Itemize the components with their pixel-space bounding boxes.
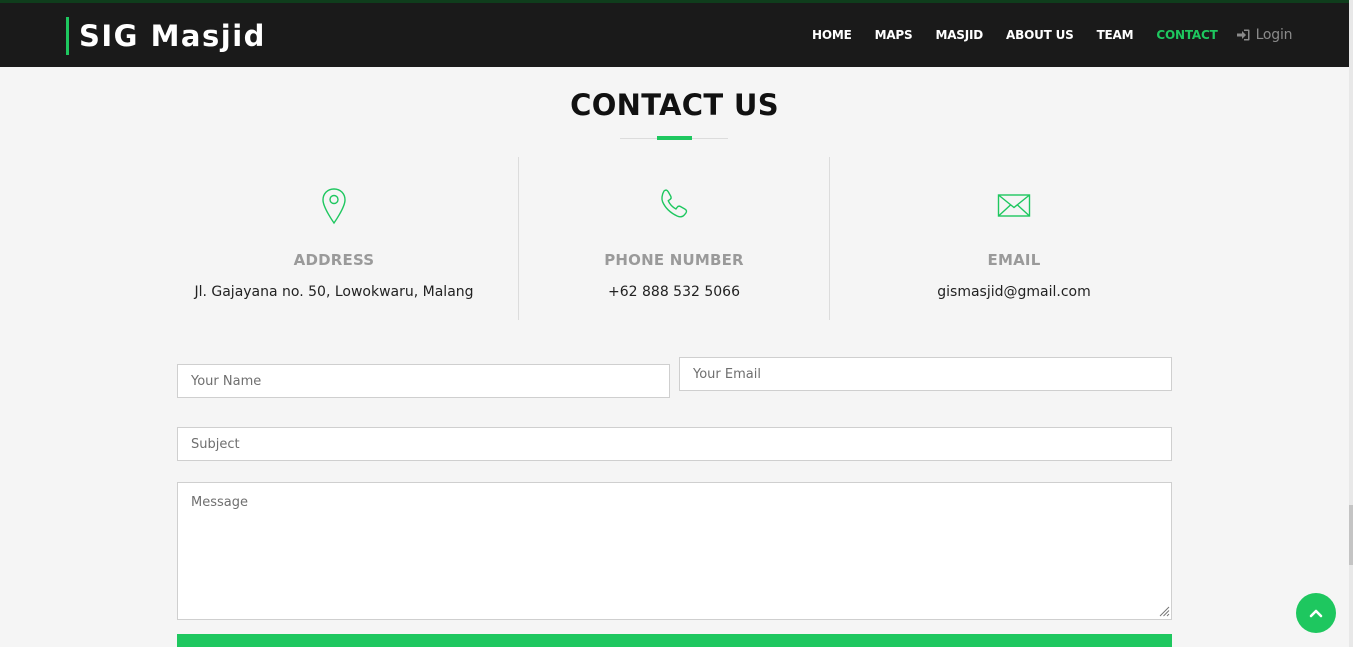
name-field[interactable] <box>177 364 670 398</box>
login-link[interactable]: Login <box>1236 27 1293 43</box>
scrollbar-thumb[interactable] <box>1349 505 1353 565</box>
page-scrollbar[interactable] <box>1349 0 1353 647</box>
phone-icon <box>661 189 688 218</box>
map-pin-icon <box>322 188 346 225</box>
section-title: CONTACT US <box>570 88 779 122</box>
subject-field[interactable] <box>177 427 1172 461</box>
back-to-top-button[interactable] <box>1296 593 1336 633</box>
address-block: ADDRESS Jl. Gajayana no. 50, Lowokwaru, … <box>178 157 490 320</box>
email-value: gismasjid@gmail.com <box>937 284 1091 300</box>
message-field[interactable] <box>177 482 1172 620</box>
phone-value: +62 888 532 5066 <box>608 284 740 300</box>
sign-in-icon <box>1236 29 1250 41</box>
nav-item-masjid[interactable]: MASJID <box>935 28 983 42</box>
main-nav: HOME MAPS MASJID ABOUT US TEAM CONTACT L… <box>812 3 1293 67</box>
nav-item-about-us[interactable]: ABOUT US <box>1006 28 1074 42</box>
navbar: SIG Masjid HOME MAPS MASJID ABOUT US TEA… <box>0 3 1349 67</box>
address-label: ADDRESS <box>293 251 375 269</box>
email-block: EMAIL gismasjid@gmail.com <box>858 157 1170 320</box>
envelope-icon <box>997 194 1031 217</box>
email-label: EMAIL <box>987 251 1041 269</box>
address-value: Jl. Gajayana no. 50, Lowokwaru, Malang <box>194 284 474 300</box>
phone-label: PHONE NUMBER <box>604 251 744 269</box>
brand-logo[interactable]: SIG Masjid <box>66 17 266 55</box>
nav-item-team[interactable]: TEAM <box>1097 28 1134 42</box>
nav-item-contact[interactable]: CONTACT <box>1156 28 1217 42</box>
title-accent-bar <box>657 136 692 140</box>
nav-item-maps[interactable]: MAPS <box>875 28 913 42</box>
login-label: Login <box>1255 27 1293 43</box>
brand-name: SIG Masjid <box>79 19 266 53</box>
phone-block: PHONE NUMBER +62 888 532 5066 <box>518 157 830 320</box>
nav-item-home[interactable]: HOME <box>812 28 852 42</box>
email-field[interactable] <box>679 357 1172 391</box>
resize-grip-icon[interactable] <box>1157 604 1170 617</box>
send-message-button[interactable] <box>177 634 1172 647</box>
chevron-up-icon <box>1309 609 1323 618</box>
